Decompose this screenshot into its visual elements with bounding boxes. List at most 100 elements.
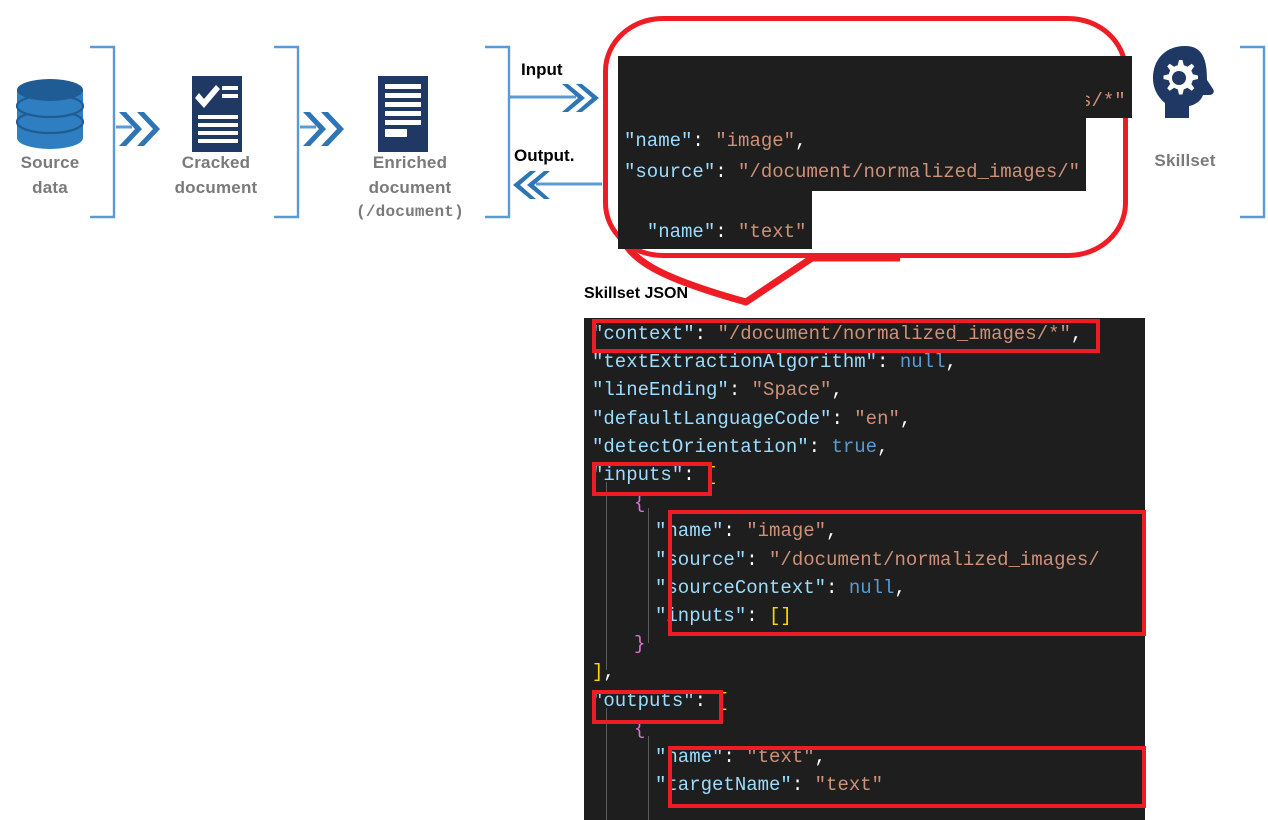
- pipeline-node-cracked-document-label: Cracked document: [150, 150, 282, 200]
- pipeline-node-skillset: [1145, 42, 1225, 128]
- input-label: Input: [521, 60, 563, 79]
- label-line: Source: [20, 153, 80, 172]
- json-token: "en": [854, 407, 900, 430]
- json-punct: :: [692, 130, 716, 152]
- json-token: "textExtractionAlgorithm": [592, 351, 878, 374]
- json-punct: ,: [795, 130, 807, 152]
- json-token: null: [899, 351, 946, 374]
- json-token: :: [723, 520, 747, 543]
- json-token: [: [717, 689, 729, 712]
- json-line: "textExtractionAlgorithm": null,: [584, 348, 1100, 376]
- json-line: "source": "/document/normalized_images/": [624, 161, 1080, 183]
- json-token: "inputs": [655, 605, 747, 628]
- json-token: "inputs": [592, 464, 684, 487]
- pipeline-node-enriched-document-label: Enriched document (/document): [332, 150, 488, 225]
- database-icon: [15, 79, 85, 149]
- json-token: "outputs": [592, 689, 695, 712]
- json-token: ,: [945, 351, 957, 374]
- label-line: data: [32, 178, 68, 197]
- json-token: []: [769, 605, 792, 628]
- json-token: :: [683, 464, 707, 487]
- json-line: "name": "text",: [584, 743, 1100, 771]
- json-token: null: [848, 576, 895, 599]
- json-token: ,: [831, 379, 843, 402]
- json-token: "text": [814, 774, 884, 797]
- skillset-json-code-block: "context": "/document/normalized_images/…: [584, 318, 1145, 820]
- json-line: "name": "image",: [624, 130, 806, 152]
- json-string: "image": [715, 130, 796, 152]
- json-line: "name": "image",: [584, 517, 1100, 545]
- json-line: "outputs": [: [584, 687, 1100, 715]
- json-line: "inputs": []: [584, 602, 1100, 630]
- callout-snippet-output-binding: "name": "text": [618, 187, 813, 249]
- arrow-output: [513, 171, 602, 199]
- json-line: }: [584, 630, 1100, 658]
- json-punct: :: [715, 161, 739, 183]
- pipeline-node-skillset-label: Skillset: [1135, 148, 1235, 173]
- json-token: ,: [826, 520, 838, 543]
- json-token: "context": [592, 323, 695, 345]
- skillset-json-lines: "context": "/document/normalized_images/…: [584, 318, 1100, 799]
- pipeline-node-source-data-label: Source data: [0, 150, 100, 200]
- label-line: Enriched: [372, 153, 448, 172]
- json-line: ],: [584, 658, 1100, 686]
- json-token: }: [634, 633, 646, 656]
- json-token: "/document/normalized_images/*": [717, 323, 1071, 345]
- json-token: "source": [655, 548, 747, 571]
- json-token: :: [723, 746, 747, 769]
- json-token: "targetName": [655, 774, 792, 797]
- json-line: "inputs": [: [584, 461, 1100, 489]
- json-token: "name": [655, 746, 724, 769]
- document-lines-icon: [378, 76, 428, 152]
- json-token: "text": [746, 746, 815, 769]
- json-token: ,: [894, 576, 906, 599]
- json-token: "defaultLanguageCode": [592, 407, 832, 430]
- bracket-cracked-document: [274, 45, 300, 219]
- bracket-skillset: [1240, 45, 1266, 219]
- json-token: "sourceContext": [655, 576, 827, 599]
- json-string: "text": [738, 221, 807, 243]
- label-line: Skillset: [1154, 151, 1216, 170]
- bracket-source-data: [90, 45, 116, 219]
- json-line: "lineEnding": "Space",: [584, 376, 1100, 404]
- brain-gear-icon: [1153, 46, 1214, 118]
- json-key: "name": [646, 221, 716, 243]
- json-punct: :: [715, 221, 739, 243]
- json-token: ]: [592, 661, 604, 684]
- document-checklist-icon: [192, 76, 242, 152]
- json-token: "image": [746, 520, 827, 543]
- json-token: [: [706, 464, 718, 487]
- json-line: "detectOrientation": true,: [584, 433, 1100, 461]
- json-token: {: [634, 717, 646, 740]
- json-key: "name": [624, 130, 693, 152]
- callout-snippet-input-binding: "name": "image", "source": "/document/no…: [618, 92, 1087, 191]
- json-line: "source": "/document/normalized_images/: [584, 546, 1100, 574]
- bracket-enriched-document: [485, 45, 511, 219]
- json-token: :: [746, 548, 770, 571]
- json-token: "lineEnding": [592, 379, 729, 402]
- json-line: "targetName": "text": [584, 771, 1100, 799]
- json-token: {: [634, 492, 646, 515]
- pipeline-node-cracked-document: [170, 74, 262, 160]
- label-line: document: [174, 178, 258, 197]
- arrow-input: [510, 84, 599, 112]
- json-line: "sourceContext": null,: [584, 574, 1100, 602]
- json-token: :: [694, 689, 718, 712]
- json-token: ,: [814, 746, 827, 769]
- json-token: :: [877, 351, 900, 374]
- label-line: Cracked: [181, 153, 251, 172]
- json-token: :: [808, 435, 832, 458]
- arrow-cracked-to-enriched: [300, 112, 344, 146]
- json-token: ,: [603, 661, 615, 684]
- output-label: Output.: [514, 146, 575, 165]
- json-token: "detectOrientation": [592, 435, 809, 458]
- label-line: document: [368, 178, 452, 197]
- json-token: :: [694, 323, 718, 345]
- json-token: "Space": [751, 379, 832, 402]
- json-token: ,: [899, 407, 912, 430]
- skillset-json-title: Skillset JSON: [584, 285, 689, 302]
- json-line: "context": "/document/normalized_images/…: [584, 320, 1100, 348]
- json-token: :: [791, 774, 815, 797]
- json-string: "/document/normalized_images/": [738, 161, 1081, 183]
- json-line: {: [584, 715, 1100, 743]
